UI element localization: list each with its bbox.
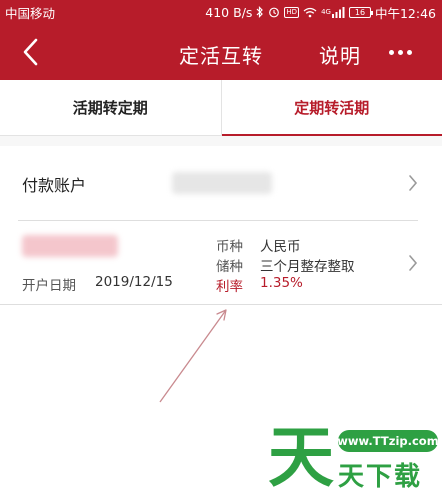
chevron-right-icon: [406, 173, 420, 193]
section-gap: [0, 136, 442, 146]
carrier-label: 中国移动: [5, 5, 56, 21]
alarm-icon: [268, 6, 280, 18]
status-bar: 中国移动 410 B/s HD 4G 16 中午12:46: [0, 0, 442, 24]
interest-rate-label: 利率: [216, 279, 243, 295]
network-speed: 410 B/s: [205, 4, 253, 20]
interest-rate-value: 1.35%: [260, 275, 303, 291]
open-date-label: 开户日期: [22, 278, 76, 294]
payment-account-value-blurred: [172, 172, 272, 194]
watermark-big-char: 天: [268, 419, 334, 496]
open-date-value: 2019/12/15: [95, 274, 173, 290]
currency-field: 币种 人民币: [216, 235, 301, 255]
more-dot-icon: [406, 49, 412, 55]
bluetooth-icon: [256, 6, 264, 18]
explain-button[interactable]: 说明: [319, 40, 361, 69]
more-dot-icon: [397, 49, 403, 55]
more-dot-icon: [388, 49, 394, 55]
interest-rate-field: 利率 1.35%: [216, 275, 303, 295]
network-type: 4G: [321, 7, 331, 16]
battery-level: 16: [354, 7, 366, 17]
watermark-site: www.TTzip.com: [337, 430, 439, 452]
currency-value: 人民币: [260, 239, 301, 255]
watermark-logo: 天 www.TTzip.com 天下载: [268, 422, 442, 498]
signal-icon: 4G: [321, 6, 345, 18]
deposit-account-row[interactable]: 开户日期 2019/12/15 币种 人民币 储种 三个月整存整取 利率 1.3…: [0, 221, 442, 305]
currency-label: 币种: [216, 239, 243, 255]
tab-fixed-to-current[interactable]: 定期转活期: [220, 80, 442, 136]
nav-bar: 定活互转 说明: [0, 24, 442, 80]
tab-current-to-fixed[interactable]: 活期转定期: [0, 80, 221, 135]
status-icons: 410 B/s HD 4G 16 中午12:46: [205, 3, 436, 22]
wifi-icon: [303, 7, 317, 18]
deposit-type-value: 三个月整存整取: [260, 259, 355, 275]
chevron-right-icon: [406, 253, 420, 273]
deposit-type-label: 储种: [216, 259, 243, 275]
deposit-type-field: 储种 三个月整存整取: [216, 255, 355, 275]
watermark-sub: 天下载: [338, 462, 423, 492]
clock: 中午12:46: [374, 5, 436, 21]
hd-icon: HD: [284, 6, 300, 18]
deposit-account-number-blurred: [22, 235, 118, 257]
more-button[interactable]: [385, 38, 415, 66]
payment-account-row[interactable]: 付款账户: [0, 146, 442, 220]
annotation-arrow: [159, 309, 227, 403]
page-title: 定活互转: [179, 44, 263, 68]
payment-account-label: 付款账户: [22, 176, 87, 195]
tab-bar: 活期转定期 定期转活期: [0, 80, 442, 136]
battery-icon: 16: [348, 6, 373, 18]
